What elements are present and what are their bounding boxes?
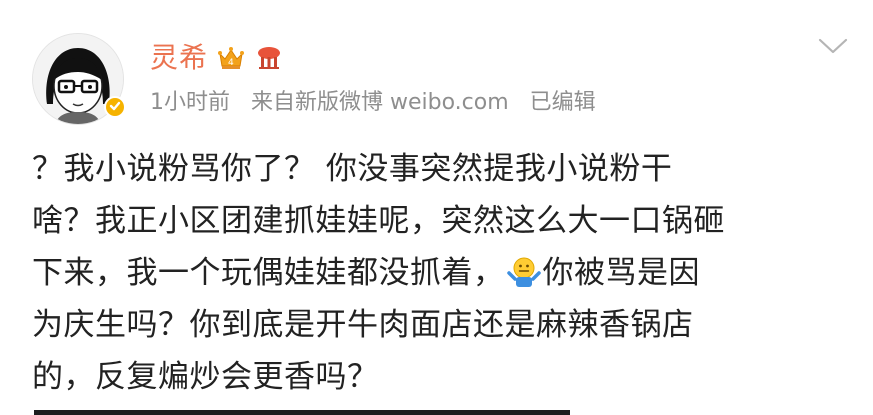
content-line-3-text: 下来，我一个玩偶娃娃都没抓着， bbox=[32, 255, 505, 291]
content-line-1: ？我小说粉骂你了？ 你没事突然提我小说粉干 bbox=[32, 151, 673, 187]
image-divider bbox=[34, 410, 570, 415]
content-line-3: 下来，我一个玩偶娃娃都没抓着， 你被骂是因 bbox=[32, 247, 852, 299]
content-line-5: 的，反复煸炒会更香吗？ bbox=[32, 359, 379, 395]
content-line-2: 啥？我正小区团建抓娃娃呢，突然这么大一口锅砸 bbox=[32, 203, 725, 239]
shrug-emoji-icon bbox=[506, 255, 541, 289]
post-content: ？我小说粉骂你了？ 你没事突然提我小说粉干 啥？我正小区团建抓娃娃呢，突然这么大… bbox=[32, 143, 852, 403]
chevron-down-icon[interactable] bbox=[818, 37, 848, 55]
content-line-3-tail: 你被骂是因 bbox=[542, 255, 700, 291]
post-source: 来自新版微博 weibo.com bbox=[251, 90, 509, 115]
post-meta: 1小时前 来自新版微博 weibo.com 已编辑 bbox=[150, 86, 610, 120]
crown-badge-icon[interactable]: 4 bbox=[216, 44, 246, 72]
username-row: 灵希 4 bbox=[150, 40, 284, 76]
edited-label[interactable]: 已编辑 bbox=[530, 90, 596, 115]
verified-badge-icon bbox=[104, 96, 126, 118]
weibo-post: 灵希 4 1小时前 来自新版微博 weibo.com 已编辑 ？我小说粉骂你了？… bbox=[0, 0, 873, 415]
content-line-4: 为庆生吗？你到底是开牛肉面店还是麻辣香锅店 bbox=[32, 307, 694, 343]
post-time[interactable]: 1小时前 bbox=[150, 90, 230, 115]
svg-text:4: 4 bbox=[228, 58, 234, 68]
username-link[interactable]: 灵希 bbox=[150, 40, 208, 76]
member-badge-icon[interactable] bbox=[254, 44, 284, 72]
